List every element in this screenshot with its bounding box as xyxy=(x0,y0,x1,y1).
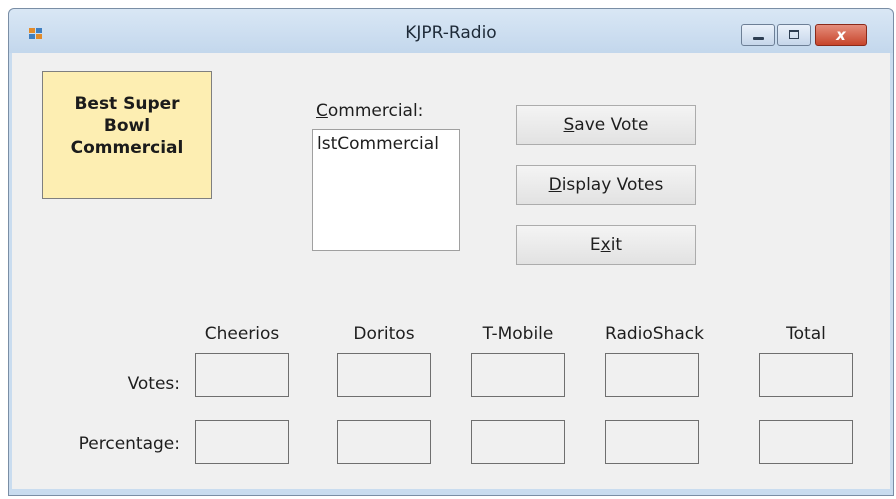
radioshack-percentage-box xyxy=(605,420,699,464)
radioshack-votes-box xyxy=(605,353,699,397)
percentage-row-label: Percentage: xyxy=(78,434,180,454)
exit-button[interactable]: Exit xyxy=(516,225,696,265)
display-votes-button[interactable]: Display Votes xyxy=(516,165,696,205)
title-bar[interactable]: KJPR-Radio x xyxy=(9,9,893,53)
listbox-item[interactable]: lstCommercial xyxy=(317,134,459,154)
commercial-listbox[interactable]: lstCommercial xyxy=(312,129,460,251)
cheerios-votes-box xyxy=(195,353,289,397)
column-header-total: Total xyxy=(786,324,826,344)
votes-row-label: Votes: xyxy=(127,374,180,394)
maximize-button[interactable] xyxy=(777,24,811,46)
column-header-cheerios: Cheerios xyxy=(204,324,280,344)
minimize-icon xyxy=(753,37,764,40)
maximize-icon xyxy=(789,30,799,39)
doritos-percentage-box xyxy=(337,420,431,464)
doritos-votes-box xyxy=(337,353,431,397)
app-window: KJPR-Radio x Best Super Bowl Commercial … xyxy=(8,8,894,496)
close-button[interactable]: x xyxy=(815,24,867,46)
cheerios-percentage-box xyxy=(195,420,289,464)
save-vote-button[interactable]: Save Vote xyxy=(516,105,696,145)
minimize-button[interactable] xyxy=(741,24,775,46)
total-percentage-box xyxy=(759,420,853,464)
commercial-label: Commercial: xyxy=(316,101,424,121)
total-votes-box xyxy=(759,353,853,397)
column-header-doritos: Doritos xyxy=(353,324,415,344)
heading-text: Best Super Bowl Commercial xyxy=(70,94,184,158)
t-mobile-percentage-box xyxy=(471,420,565,464)
t-mobile-votes-box xyxy=(471,353,565,397)
heading-label: Best Super Bowl Commercial xyxy=(42,71,212,199)
column-header-radioshack: RadioShack xyxy=(605,324,704,344)
close-icon: x xyxy=(836,26,846,44)
column-header-t-mobile: T-Mobile xyxy=(482,324,554,344)
form-client-area: Best Super Bowl Commercial Commercial: l… xyxy=(12,53,890,489)
